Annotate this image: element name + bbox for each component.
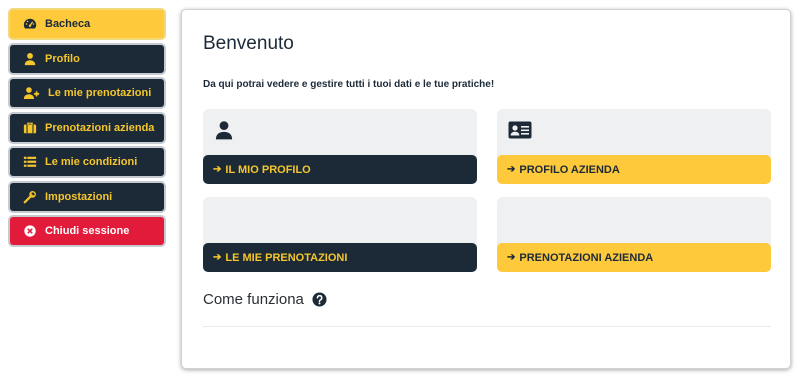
arrow-right-icon: ➔ [507, 252, 516, 263]
il-mio-profilo-button[interactable]: ➔ IL MIO PROFILO [203, 155, 477, 184]
arrow-right-icon: ➔ [213, 252, 222, 263]
sidebar-item-label: Impostazioni [45, 190, 113, 203]
sidebar-item-le-mie-condizioni[interactable]: Le mie condizioni [8, 146, 166, 178]
divider [203, 326, 771, 327]
button-label: PROFILO AZIENDA [519, 163, 620, 176]
sidebar-item-prenotazioni-azienda[interactable]: Prenotazioni azienda [8, 111, 166, 144]
how-it-works-label: Come funziona [203, 291, 304, 308]
tile-profilo-azienda: ➔ PROFILO AZIENDA [497, 109, 771, 184]
question-circle-icon[interactable] [312, 292, 327, 307]
sidebar-item-label: Chiudi sessione [45, 225, 130, 237]
sidebar-item-bacheca[interactable]: Bacheca [8, 8, 166, 40]
button-label: PRENOTAZIONI AZIENDA [519, 251, 654, 264]
sidebar-item-label: Prenotazioni azienda [45, 121, 155, 134]
sidebar: Bacheca Profilo Le mie prenotazioni Pren… [8, 8, 166, 250]
sidebar-item-le-mie-prenotazioni[interactable]: Le mie prenotazioni [8, 77, 166, 109]
sidebar-item-label: Profilo [45, 52, 80, 65]
sidebar-item-profilo[interactable]: Profilo [8, 42, 166, 75]
profilo-azienda-button[interactable]: ➔ PROFILO AZIENDA [497, 155, 771, 184]
page-title: Benvenuto [203, 33, 294, 54]
how-it-works-heading: Come funziona [203, 291, 327, 308]
id-card-icon [508, 121, 532, 139]
dashboard-gauge-icon [22, 17, 37, 31]
arrow-right-icon: ➔ [213, 164, 222, 175]
sidebar-item-impostazioni[interactable]: Impostazioni [8, 180, 166, 213]
user-icon [213, 120, 235, 140]
tile-le-mie-prenotazioni: ➔ LE MIE PRENOTAZIONI [203, 197, 477, 272]
prenotazioni-azienda-button[interactable]: ➔ PRENOTAZIONI AZIENDA [497, 243, 771, 272]
tile-il-mio-profilo: ➔ IL MIO PROFILO [203, 109, 477, 184]
sidebar-item-label: Le mie prenotazioni [48, 87, 152, 99]
list-icon [22, 155, 37, 169]
tile-prenotazioni-azienda: ➔ PRENOTAZIONI AZIENDA [497, 197, 771, 272]
dashboard-panel: Benvenuto Da qui potrai vedere e gestire… [181, 9, 791, 369]
le-mie-prenotazioni-button[interactable]: ➔ LE MIE PRENOTAZIONI [203, 243, 477, 272]
user-icon [22, 52, 37, 66]
button-label: LE MIE PRENOTAZIONI [225, 251, 348, 264]
intro-text: Da qui potrai vedere e gestire tutti i t… [203, 79, 495, 90]
sidebar-item-chiudi-sessione[interactable]: Chiudi sessione [8, 215, 166, 247]
arrow-right-icon: ➔ [507, 164, 516, 175]
wrench-icon [22, 190, 37, 204]
sidebar-item-label: Bacheca [45, 18, 91, 30]
sidebar-item-label: Le mie condizioni [45, 156, 138, 168]
briefcase-icon [22, 121, 37, 135]
button-label: IL MIO PROFILO [225, 163, 311, 176]
close-circle-icon [22, 224, 37, 238]
user-plus-icon [22, 86, 40, 100]
